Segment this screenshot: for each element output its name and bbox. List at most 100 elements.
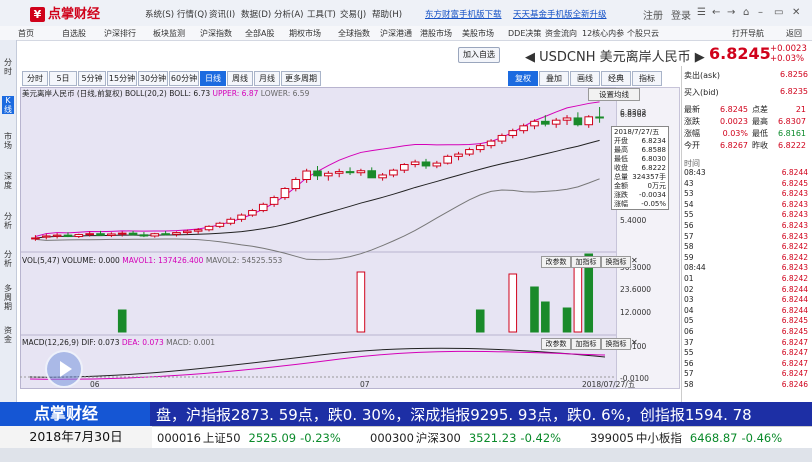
index-item[interactable]: 000016 上证50 2525.09 -0.23% xyxy=(157,430,341,446)
candle-body xyxy=(345,171,355,174)
prev-arrow-icon[interactable]: ◀ xyxy=(525,50,535,65)
period-button[interactable]: 15分钟 xyxy=(107,71,137,86)
nav-item[interactable]: 首页 xyxy=(18,28,34,39)
set-ma-button[interactable]: 设置均线 xyxy=(588,88,640,101)
nav-item[interactable]: 沪深排行 xyxy=(104,28,136,39)
nav-item[interactable]: 全部A股 xyxy=(245,28,274,39)
next-arrow-icon[interactable]: ▶ xyxy=(695,50,705,65)
side-tab[interactable]: 市场 xyxy=(2,132,14,150)
index-item[interactable]: 399005 中小板指 6468.87 -0.46% xyxy=(590,430,782,446)
nav-item[interactable]: 个股只云 xyxy=(627,28,659,39)
top-link[interactable]: 天天基金手机版全新升级 xyxy=(513,8,607,20)
period-button[interactable]: 周线 xyxy=(227,71,253,86)
menu-item[interactable]: 分析(A) xyxy=(274,8,303,20)
index-item[interactable]: 000300 沪深300 3521.23 -0.42% xyxy=(370,430,561,446)
minimize-icon[interactable]: – xyxy=(758,7,763,18)
menu-item[interactable]: 行情(Q) xyxy=(177,8,207,20)
chart-tool-button[interactable]: 复权 xyxy=(508,71,538,86)
stat-value: 6.8245 xyxy=(720,105,748,114)
side-tab[interactable]: 资金 xyxy=(2,326,14,344)
play-video-button[interactable] xyxy=(45,350,83,388)
tick-row: 37 6.8247 xyxy=(684,338,808,347)
volume-bar xyxy=(508,273,518,333)
menu-item[interactable]: 系统(S) xyxy=(145,8,174,20)
back-arrow-icon[interactable]: ← xyxy=(712,7,720,18)
menu-item[interactable]: 帮助(H) xyxy=(372,8,402,20)
add-watchlist-button[interactable]: 加入自选 xyxy=(458,47,500,63)
candle-body xyxy=(421,161,431,167)
tick-price: 6.8245 xyxy=(781,327,808,336)
stat-value: 0.0023 xyxy=(720,117,748,126)
chart-tool-button[interactable]: 经典 xyxy=(601,71,631,86)
ohlc-popup: 2018/7/27/五 开盘 6.8234 最高 6.8588 最低 6.8030 收盘 6.… xyxy=(611,126,669,210)
tick-price: 6.8245 xyxy=(781,316,808,326)
menu-item[interactable]: 工具(T) xyxy=(307,8,336,20)
axis-label: 5.4000 xyxy=(620,216,646,225)
panel-button[interactable]: 改参数 xyxy=(541,256,571,268)
side-tab[interactable]: 分时 xyxy=(2,58,14,76)
chart-tool-button[interactable]: 叠加 xyxy=(539,71,569,86)
symbol-title: ◀ USDCNH 美元离岸人民币 ▶ xyxy=(525,46,705,65)
volume-bar xyxy=(356,271,366,333)
period-button[interactable]: 分时 xyxy=(22,71,48,86)
period-button[interactable]: 日线 xyxy=(200,71,226,86)
register-link[interactable]: 注册 xyxy=(643,7,663,22)
panel-button[interactable]: 换指标 xyxy=(601,256,631,268)
tick-time: 57 xyxy=(684,369,694,379)
menu-item[interactable]: 数据(D) xyxy=(241,8,271,20)
nav-item[interactable]: 打开导航 xyxy=(732,28,764,39)
side-tab[interactable]: 分析 xyxy=(2,250,14,268)
nav-item[interactable]: DDE决策 xyxy=(508,28,541,39)
status-bar xyxy=(0,448,812,462)
panel-close-icon[interactable]: ✕ xyxy=(631,256,638,265)
menu-item[interactable]: 资讯(I) xyxy=(209,8,235,20)
maximize-icon[interactable]: ▭ xyxy=(774,7,783,18)
login-link[interactable]: 登录 xyxy=(671,7,691,22)
period-button[interactable]: 30分钟 xyxy=(138,71,168,86)
period-button[interactable]: 60分钟 xyxy=(169,71,199,86)
chart-tool-button[interactable]: 指标 xyxy=(632,71,662,86)
tick-price: 6.8242 xyxy=(781,242,808,252)
period-button[interactable]: 月线 xyxy=(254,71,280,86)
nav-item[interactable]: 期权市场 xyxy=(289,28,321,39)
panel-button[interactable]: 加指标 xyxy=(571,338,601,350)
menu-item[interactable]: 交易(J) xyxy=(340,8,366,20)
stat-value2: 21 xyxy=(795,105,806,114)
panel-button[interactable]: 改参数 xyxy=(541,338,571,350)
nav-item[interactable]: 全球指数 xyxy=(338,28,370,39)
side-tab[interactable]: K线 xyxy=(2,96,14,114)
top-link[interactable]: 东方财富手机版下载 xyxy=(425,8,502,20)
menu-icon[interactable]: ☰ xyxy=(697,7,706,18)
tick-time: 37 xyxy=(684,337,694,347)
nav-item[interactable]: 港股市场 xyxy=(420,28,452,39)
nav-item[interactable]: 12核心内参 xyxy=(582,28,624,39)
period-button[interactable]: 5日 xyxy=(49,71,77,86)
nav-item[interactable]: 返回 xyxy=(786,28,802,39)
candle-body xyxy=(150,233,160,237)
tick-row: 53 6.8243 xyxy=(684,189,808,198)
close-icon[interactable]: ✕ xyxy=(792,7,800,18)
panel-close-icon[interactable]: ✕ xyxy=(631,338,638,347)
popup-row-label: 最低 xyxy=(614,155,628,163)
nav-item[interactable]: 自选股 xyxy=(62,28,86,39)
side-tab[interactable]: 多周期 xyxy=(2,284,14,311)
forward-arrow-icon[interactable]: → xyxy=(727,7,735,18)
nav-item[interactable]: 沪深港通 xyxy=(380,28,412,39)
side-tab[interactable]: 分析 xyxy=(2,212,14,230)
nav-item[interactable]: 资金流向 xyxy=(545,28,577,39)
period-button[interactable]: 5分钟 xyxy=(78,71,106,86)
index-pct: -0.23% xyxy=(300,431,341,445)
period-button[interactable]: 更多周期 xyxy=(281,71,321,86)
tick-time: 59 xyxy=(684,252,694,262)
panel-button[interactable]: 换指标 xyxy=(601,338,631,350)
side-tab[interactable]: 深度 xyxy=(2,172,14,190)
tick-time: 08:43 xyxy=(684,168,706,177)
candle-body xyxy=(215,222,225,227)
nav-item[interactable]: 板块监测 xyxy=(153,28,185,39)
home-icon[interactable]: ⌂ xyxy=(743,7,749,18)
panel-button[interactable]: 加指标 xyxy=(571,256,601,268)
tick-price: 6.8244 xyxy=(781,168,808,177)
chart-tool-button[interactable]: 画线 xyxy=(570,71,600,86)
nav-item[interactable]: 沪深指数 xyxy=(200,28,232,39)
nav-item[interactable]: 美股市场 xyxy=(462,28,494,39)
